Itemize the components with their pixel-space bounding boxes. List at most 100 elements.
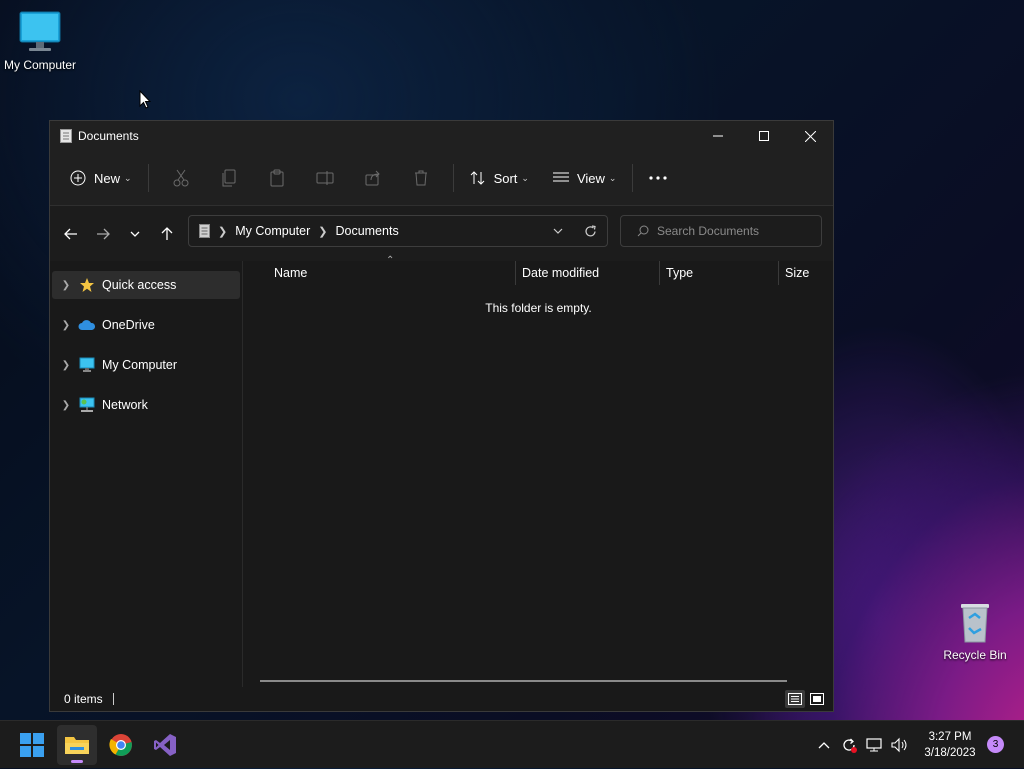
refresh-button[interactable] <box>573 224 607 238</box>
recent-locations-button[interactable] <box>119 218 151 250</box>
back-button[interactable] <box>55 218 87 250</box>
taskbar: 3:27 PM 3/18/2023 3 <box>0 720 1024 768</box>
arrow-up-icon <box>161 226 173 240</box>
sidebar-item-my-computer[interactable]: ❯ My Computer <box>52 351 240 379</box>
horizontal-scrollbar[interactable] <box>260 680 787 682</box>
network-monitor-icon <box>866 738 882 752</box>
address-dropdown-button[interactable] <box>543 228 573 234</box>
toolbar-divider <box>452 164 454 192</box>
trash-icon <box>414 170 427 186</box>
file-list[interactable]: ⌃ Name Date modified Type Size This fold… <box>244 255 833 687</box>
status-divider <box>112 693 114 705</box>
arrow-right-icon <box>97 228 110 239</box>
column-divider[interactable] <box>659 261 660 285</box>
paste-button[interactable] <box>253 160 301 196</box>
sort-button[interactable]: Sort ⌄ <box>462 160 537 196</box>
toolbar-divider <box>147 164 149 192</box>
sidebar-item-label: Quick access <box>102 278 177 292</box>
copy-button[interactable] <box>205 160 253 196</box>
show-hidden-icons-button[interactable] <box>814 721 834 769</box>
up-button[interactable] <box>151 218 183 250</box>
column-divider[interactable] <box>515 261 516 285</box>
speaker-icon <box>891 737 907 753</box>
desktop-icon-label: My Computer <box>3 58 77 72</box>
more-options-button[interactable] <box>641 160 675 196</box>
taskbar-chrome[interactable] <box>101 725 141 765</box>
new-button[interactable]: New ⌄ <box>62 160 140 196</box>
rename-button[interactable] <box>301 160 349 196</box>
plus-circle-icon <box>70 170 86 186</box>
chevron-down-icon <box>553 228 563 234</box>
cloud-icon <box>78 317 96 333</box>
expand-chevron-icon[interactable]: ❯ <box>54 360 78 371</box>
desktop-icon-recycle-bin[interactable]: Recycle Bin <box>935 598 1015 662</box>
start-button[interactable] <box>12 725 52 765</box>
sidebar-item-onedrive[interactable]: ❯ OneDrive <box>52 311 240 339</box>
network-status-button[interactable] <box>864 721 886 769</box>
notification-badge[interactable]: 3 <box>987 736 1004 753</box>
maximize-button[interactable] <box>741 121 787 151</box>
item-count: 0 items <box>64 692 103 706</box>
navigation-pane: ❯ Quick access ❯ OneDrive ❯ My Computer … <box>50 261 243 687</box>
address-bar[interactable]: ❯ My Computer ❯ Documents <box>188 215 608 247</box>
status-bar: 0 items <box>50 687 833 711</box>
star-icon <box>78 277 96 293</box>
sidebar-item-network[interactable]: ❯ Network <box>52 391 240 419</box>
chrome-icon <box>109 734 132 756</box>
mouse-cursor-icon <box>139 89 152 115</box>
taskbar-file-explorer[interactable] <box>57 725 97 765</box>
expand-chevron-icon[interactable]: ❯ <box>54 280 78 291</box>
windows-logo-icon <box>20 733 44 757</box>
sync-status-button[interactable] <box>838 721 860 769</box>
minimize-button[interactable] <box>695 121 741 151</box>
document-icon <box>60 129 72 143</box>
sync-error-icon <box>843 738 857 753</box>
breadcrumb-documents[interactable]: Documents <box>335 224 398 238</box>
sort-arrows-icon <box>470 171 484 185</box>
chevron-down-icon: ⌄ <box>608 172 617 183</box>
visual-studio-icon <box>154 734 176 756</box>
empty-folder-message: This folder is empty. <box>485 301 592 315</box>
column-divider[interactable] <box>778 261 779 285</box>
large-icons-view-button[interactable] <box>807 690 827 708</box>
cut-button[interactable] <box>157 160 205 196</box>
expand-chevron-icon[interactable]: ❯ <box>54 320 78 331</box>
search-input[interactable] <box>655 223 819 239</box>
recycle-bin-icon <box>955 598 995 644</box>
breadcrumb-my-computer[interactable]: My Computer <box>235 224 310 238</box>
sidebar-item-quick-access[interactable]: ❯ Quick access <box>52 271 240 299</box>
expand-chevron-icon[interactable]: ❯ <box>54 400 78 411</box>
column-header-size[interactable]: Size <box>785 261 809 285</box>
view-lines-icon <box>552 172 569 182</box>
desktop-icon-my-computer[interactable]: My Computer <box>0 10 80 72</box>
chevron-right-icon: ❯ <box>318 225 328 238</box>
chevron-down-icon: ⌄ <box>521 172 529 183</box>
scissors-icon <box>173 169 189 187</box>
desktop-icon-label: Recycle Bin <box>943 648 1007 662</box>
taskbar-visual-studio[interactable] <box>145 725 185 765</box>
sort-button-label: Sort <box>493 170 518 186</box>
command-bar: New ⌄ Sort ⌄ View ⌄ <box>50 151 833 206</box>
column-header-date-modified[interactable]: Date modified <box>522 261 599 285</box>
share-icon <box>365 170 380 186</box>
volume-button[interactable] <box>889 721 911 769</box>
new-button-label: New <box>94 170 121 186</box>
details-view-button[interactable] <box>785 690 805 708</box>
search-box[interactable] <box>620 215 822 247</box>
title-bar[interactable]: Documents <box>50 121 833 151</box>
view-button[interactable]: View ⌄ <box>545 160 625 196</box>
rename-icon <box>316 171 334 185</box>
column-header-name[interactable]: Name <box>274 261 307 285</box>
clock[interactable]: 3:27 PM 3/18/2023 <box>918 729 982 761</box>
share-button[interactable] <box>349 160 397 196</box>
sidebar-item-label: My Computer <box>102 358 178 372</box>
chevron-down-icon: ⌄ <box>124 172 132 183</box>
copy-icon <box>222 169 236 187</box>
forward-button[interactable] <box>87 218 119 250</box>
folder-icon <box>65 737 89 754</box>
delete-button[interactable] <box>397 160 445 196</box>
sort-ascending-icon: ⌃ <box>386 255 395 266</box>
document-icon <box>199 224 210 238</box>
close-button[interactable] <box>787 121 833 151</box>
column-header-type[interactable]: Type <box>666 261 693 285</box>
